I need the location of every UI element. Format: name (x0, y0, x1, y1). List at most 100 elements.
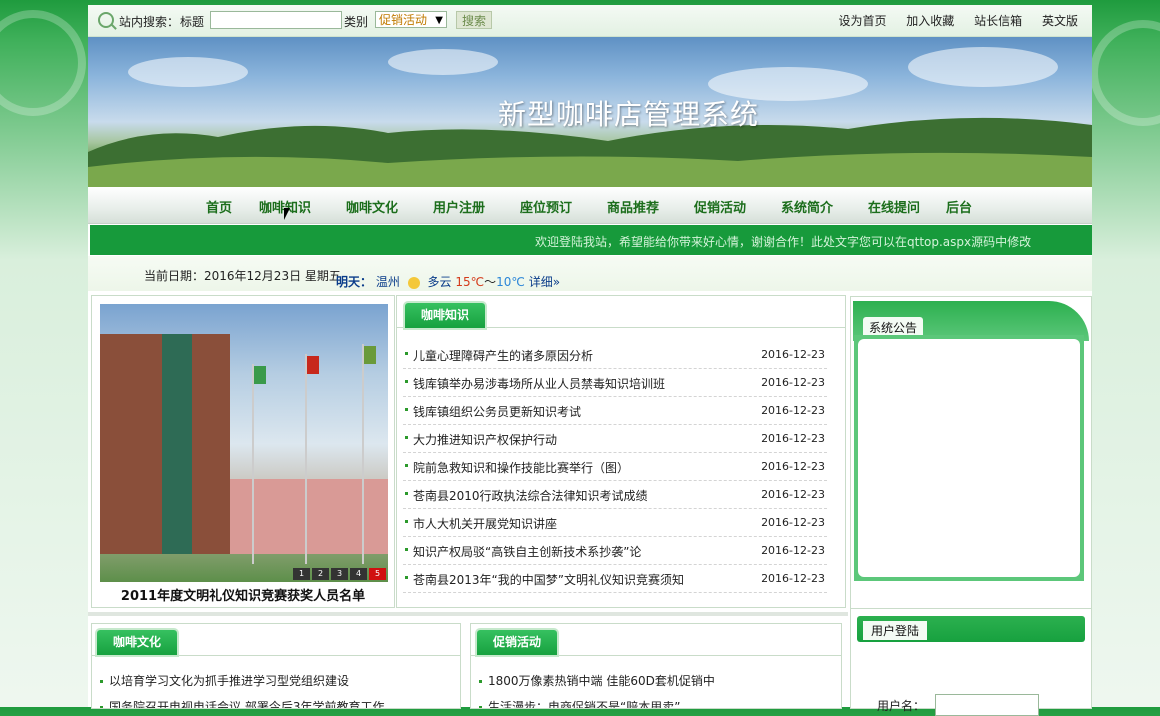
welcome-marquee: 欢迎登陆我站，希望能给你带来好心情，谢谢合作！此处文字您可以在qttop.asp… (90, 225, 1092, 255)
site-title: 新型咖啡店管理系统 (498, 98, 760, 131)
list-item[interactable]: 苍南县2013年“我的中国梦”文明礼仪知识竞赛须知 2016-12-23 (403, 565, 827, 593)
weather-low: 10℃ (496, 275, 525, 289)
list-item[interactable]: 市人大机关开展党知识讲座 2016-12-23 (403, 509, 827, 537)
system-notice-panel: 系统公告 (850, 296, 1092, 610)
item-date: 2016-12-23 (761, 432, 825, 445)
flag (254, 366, 266, 384)
category-selected-value: 促销活动 (379, 13, 428, 27)
weather-city: 温州 (375, 275, 400, 289)
bullet-icon (405, 576, 408, 579)
flagpole (305, 354, 307, 564)
item-title[interactable]: 钱库镇举办易涉毒场所从业人员禁毒知识培训班 (413, 375, 665, 392)
knowledge-list: 儿童心理障碍产生的诸多原因分析 2016-12-23 钱库镇举办易涉毒场所从业人员… (403, 341, 827, 593)
bullet-icon (405, 520, 408, 523)
nav-user-register[interactable]: 用户注册 (433, 197, 485, 216)
add-favorite-link[interactable]: 加入收藏 (906, 14, 954, 28)
search-button[interactable]: 搜索 (456, 11, 492, 29)
slider-page-button-active[interactable]: 5 (369, 568, 386, 580)
weather-sun-icon (407, 276, 420, 289)
tab-underline (471, 655, 841, 656)
list-item[interactable]: 苍南县2010行政执法综合法律知识考试成绩 2016-12-23 (403, 481, 827, 509)
item-date: 2016-12-23 (761, 544, 825, 557)
banner: 新型咖啡店管理系统 (88, 37, 1092, 187)
search-field-label: 标题 (180, 15, 205, 29)
coffee-knowledge-panel: 咖啡知识 儿童心理障碍产生的诸多原因分析 2016-12-23 钱库镇举办易涉毒场… (396, 295, 846, 608)
chevron-down-icon: ▼ (435, 15, 443, 26)
item-date: 2016-12-23 (761, 376, 825, 389)
slider-caption[interactable]: 2011年度文明礼仪知识竞赛获奖人员名单 (92, 585, 394, 604)
weather-condition: 多云 (427, 275, 452, 289)
list-item[interactable]: 1800万像素热销中端 佳能60D套机促销中 (479, 672, 715, 689)
item-date: 2016-12-23 (761, 460, 825, 473)
english-version-link[interactable]: 英文版 (1042, 14, 1078, 28)
nav-system-intro[interactable]: 系统简介 (781, 197, 833, 216)
nav-seat-booking[interactable]: 座位预订 (520, 197, 572, 216)
item-date: 2016-12-23 (761, 404, 825, 417)
item-title[interactable]: 知识产权局驳“高铁自主创新技术系抄袭”论 (413, 543, 641, 560)
nav-home[interactable]: 首页 (206, 197, 232, 216)
item-date: 2016-12-23 (761, 348, 825, 361)
tab-promotions[interactable]: 促销活动 (477, 630, 558, 655)
slider-page-button[interactable]: 4 (350, 568, 367, 580)
nav-admin[interactable]: 后台 (946, 197, 972, 216)
weather-detail-link[interactable]: 详细» (529, 275, 560, 289)
bullet-icon (405, 464, 408, 467)
item-title[interactable]: 市人大机关开展党知识讲座 (413, 515, 557, 532)
list-item[interactable]: 儿童心理障碍产生的诸多原因分析 2016-12-23 (403, 341, 827, 369)
date-bar: 当前日期：2016年12月23日 星期五 明天： 温州 多云 15℃～10℃ 详… (88, 256, 1092, 291)
nav-product-recommend[interactable]: 商品推荐 (607, 197, 659, 216)
main-nav: 首页 咖啡知识 咖啡文化 用户注册 座位预订 商品推荐 促销活动 系统简介 在线… (88, 187, 1092, 224)
tab-underline (92, 655, 460, 656)
item-title[interactable]: 儿童心理障碍产生的诸多原因分析 (413, 347, 593, 364)
user-login-panel: 用户登陆 用户名： (850, 608, 1092, 716)
list-item[interactable]: 国务院召开电视电话会议 部署今后3年学前教育工作 (100, 698, 384, 708)
item-title[interactable]: 苍南县2013年“我的中国梦”文明礼仪知识竞赛须知 (413, 571, 684, 588)
category-label: 类别 (344, 15, 369, 29)
flag (364, 346, 376, 364)
section-divider (88, 612, 848, 616)
item-title[interactable]: 大力推进知识产权保护行动 (413, 431, 557, 448)
search-label: 站内搜索： (119, 15, 180, 29)
nav-online-question[interactable]: 在线提问 (868, 197, 920, 216)
weather-widget: 明天： 温州 多云 15℃～10℃ 详细» (336, 273, 560, 290)
item-title[interactable]: 院前急救知识和操作技能比赛举行（图） (413, 459, 629, 476)
bullet-icon (405, 408, 408, 411)
login-header: 用户登陆 (857, 616, 1085, 642)
slider-pager: 12345 (291, 565, 386, 580)
bullet-icon (405, 548, 408, 551)
top-links: 设为首页 加入收藏 站长信箱 英文版 (822, 12, 1078, 29)
webmaster-mail-link[interactable]: 站长信箱 (974, 14, 1022, 28)
nav-coffee-culture[interactable]: 咖啡文化 (346, 197, 398, 216)
item-title[interactable]: 苍南县2010行政执法综合法律知识考试成绩 (413, 487, 648, 504)
slider-page-button[interactable]: 1 (293, 568, 310, 580)
list-item[interactable]: 以培育学习文化为抓手推进学习型党组织建设 (100, 672, 349, 689)
slider-page-button[interactable]: 3 (331, 568, 348, 580)
search-icon (98, 12, 114, 28)
item-title[interactable]: 钱库镇组织公务员更新知识考试 (413, 403, 581, 420)
tab-coffee-knowledge[interactable]: 咖啡知识 (405, 303, 486, 328)
list-item[interactable]: 院前急救知识和操作技能比赛举行（图） 2016-12-23 (403, 453, 827, 481)
bullet-icon (405, 352, 408, 355)
flagpole (252, 364, 254, 564)
slider-image[interactable]: 12345 (100, 304, 388, 582)
slider-page-button[interactable]: 2 (312, 568, 329, 580)
list-item[interactable]: 生活漫步：电商促销不是“赔本甩卖” (479, 698, 680, 708)
photo-slider-panel: 12345 2011年度文明礼仪知识竞赛获奖人员名单 (91, 295, 395, 608)
set-homepage-link[interactable]: 设为首页 (838, 14, 886, 28)
item-date: 2016-12-23 (761, 516, 825, 529)
weather-sep: ～ (484, 275, 497, 289)
building-shape (100, 334, 230, 554)
search-input[interactable] (210, 11, 342, 29)
notice-content (858, 339, 1080, 577)
list-item[interactable]: 钱库镇举办易涉毒场所从业人员禁毒知识培训班 2016-12-23 (403, 369, 827, 397)
list-item[interactable]: 钱库镇组织公务员更新知识考试 2016-12-23 (403, 397, 827, 425)
category-select[interactable]: 促销活动 ▼ (375, 11, 447, 28)
username-input[interactable] (935, 694, 1039, 716)
marquee-text: 欢迎登陆我站，希望能给你带来好心情，谢谢合作！此处文字您可以在qttop.asp… (535, 235, 1032, 249)
list-item[interactable]: 大力推进知识产权保护行动 2016-12-23 (403, 425, 827, 453)
tab-coffee-culture[interactable]: 咖啡文化 (97, 630, 178, 655)
flagpole (362, 344, 364, 564)
nav-promotions[interactable]: 促销活动 (694, 197, 746, 216)
item-date: 2016-12-23 (761, 488, 825, 501)
list-item[interactable]: 知识产权局驳“高铁自主创新技术系抄袭”论 2016-12-23 (403, 537, 827, 565)
